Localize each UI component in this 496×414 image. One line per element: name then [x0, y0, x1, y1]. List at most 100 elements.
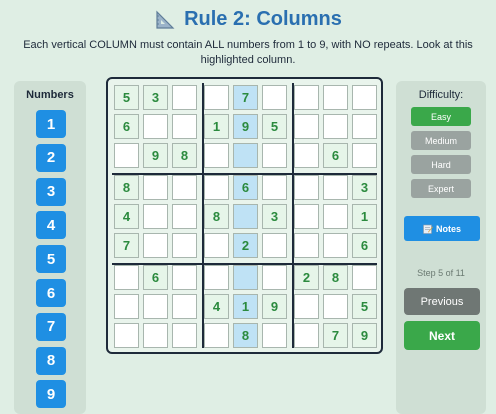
difficulty-easy-button[interactable]: Easy [411, 107, 471, 126]
board-cell[interactable] [294, 175, 319, 200]
board-cell[interactable]: 6 [143, 265, 168, 290]
difficulty-medium-button[interactable]: Medium [411, 131, 471, 150]
board-cell[interactable] [352, 114, 377, 139]
board-cell[interactable] [172, 323, 197, 348]
board-cell[interactable] [172, 114, 197, 139]
board-cell[interactable] [233, 204, 258, 229]
board-cell[interactable]: 1 [233, 294, 258, 319]
board-cell[interactable] [233, 265, 258, 290]
board-cell[interactable] [323, 204, 348, 229]
board-cell[interactable]: 1 [352, 204, 377, 229]
board-cell[interactable]: 5 [262, 114, 287, 139]
board-cell[interactable] [172, 233, 197, 258]
board-cell[interactable] [143, 114, 168, 139]
number-button-1[interactable]: 1 [36, 110, 66, 138]
board-cell[interactable] [143, 204, 168, 229]
board-cell[interactable] [114, 323, 139, 348]
board-cell[interactable] [294, 143, 319, 168]
board-cell[interactable] [233, 143, 258, 168]
board-cell[interactable] [262, 85, 287, 110]
next-button[interactable]: Next [404, 321, 480, 350]
number-button-6[interactable]: 6 [36, 279, 66, 307]
number-button-9[interactable]: 9 [36, 380, 66, 409]
board-cell[interactable]: 8 [114, 175, 139, 200]
board-cell[interactable]: 6 [114, 114, 139, 139]
box-divider-vertical [291, 83, 294, 348]
board-cell[interactable] [204, 233, 229, 258]
board-cell[interactable]: 9 [352, 323, 377, 348]
board-cell[interactable] [172, 294, 197, 319]
board-cell[interactable] [204, 175, 229, 200]
board-cell[interactable]: 9 [262, 294, 287, 319]
board-cell[interactable] [294, 204, 319, 229]
board-cell[interactable]: 8 [233, 323, 258, 348]
board-cell[interactable]: 7 [323, 323, 348, 348]
board-cell[interactable]: 8 [172, 143, 197, 168]
board-cell[interactable] [204, 323, 229, 348]
page-title-row: Rule 2: Columns [0, 8, 496, 31]
board-cell[interactable] [352, 143, 377, 168]
board-cell[interactable] [323, 233, 348, 258]
board-cell[interactable]: 5 [352, 294, 377, 319]
board-cell[interactable]: 5 [114, 85, 139, 110]
number-button-8[interactable]: 8 [36, 346, 66, 375]
board-cell[interactable] [262, 323, 287, 348]
board-cell[interactable] [204, 85, 229, 110]
board-cell[interactable] [114, 143, 139, 168]
pencil-note-icon [423, 224, 433, 234]
board-cell[interactable] [143, 294, 168, 319]
board-cell[interactable] [262, 143, 287, 168]
number-button-4[interactable]: 4 [36, 211, 66, 240]
board-cell[interactable] [204, 265, 229, 290]
board-cell[interactable] [143, 175, 168, 200]
board-cell[interactable] [204, 143, 229, 168]
number-button-7[interactable]: 7 [36, 312, 66, 341]
board-cell[interactable]: 6 [323, 143, 348, 168]
number-button-2[interactable]: 2 [36, 143, 66, 172]
board-cell[interactable] [323, 294, 348, 319]
board-cell[interactable]: 6 [233, 175, 258, 200]
board-cell[interactable]: 2 [294, 265, 319, 290]
board-cell[interactable]: 3 [143, 85, 168, 110]
board-cell[interactable] [294, 114, 319, 139]
board-cell[interactable]: 8 [204, 204, 229, 229]
board-cell[interactable] [143, 233, 168, 258]
board-cell[interactable]: 3 [352, 175, 377, 200]
board-cell[interactable]: 2 [233, 233, 258, 258]
board-cell[interactable]: 9 [233, 114, 258, 139]
board-cell[interactable]: 8 [323, 265, 348, 290]
board-cell[interactable] [323, 114, 348, 139]
board-cell[interactable] [172, 204, 197, 229]
board-cell[interactable] [172, 85, 197, 110]
board-cell[interactable] [294, 294, 319, 319]
number-button-3[interactable]: 3 [36, 177, 66, 206]
board-cell[interactable] [143, 323, 168, 348]
board-cell[interactable]: 9 [143, 143, 168, 168]
number-button-5[interactable]: 5 [36, 245, 66, 274]
board-cell[interactable]: 3 [262, 204, 287, 229]
previous-button[interactable]: Previous [404, 288, 480, 315]
board-cell[interactable] [114, 294, 139, 319]
board-cell[interactable] [262, 175, 287, 200]
board-cell[interactable] [262, 233, 287, 258]
board-cell[interactable] [352, 265, 377, 290]
board-cell[interactable] [323, 85, 348, 110]
board-cell[interactable]: 7 [233, 85, 258, 110]
board-cell[interactable]: 4 [114, 204, 139, 229]
board-cell[interactable] [172, 175, 197, 200]
board-cell[interactable] [294, 85, 319, 110]
board-cell[interactable] [352, 85, 377, 110]
notes-button[interactable]: Notes [404, 216, 480, 241]
board-cell[interactable] [323, 175, 348, 200]
board-cell[interactable]: 7 [114, 233, 139, 258]
board-cell[interactable] [294, 323, 319, 348]
board-cell[interactable]: 1 [204, 114, 229, 139]
difficulty-expert-button[interactable]: Expert [411, 179, 471, 198]
board-cell[interactable]: 4 [204, 294, 229, 319]
board-cell[interactable] [172, 265, 197, 290]
board-cell[interactable] [114, 265, 139, 290]
board-cell[interactable] [262, 265, 287, 290]
board-cell[interactable]: 6 [352, 233, 377, 258]
difficulty-hard-button[interactable]: Hard [411, 155, 471, 174]
board-cell[interactable] [294, 233, 319, 258]
